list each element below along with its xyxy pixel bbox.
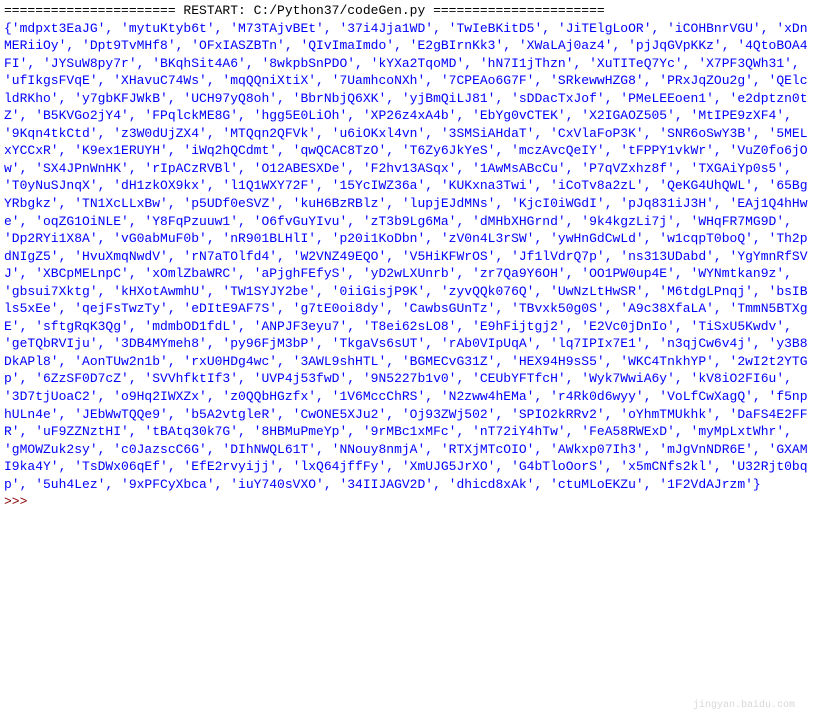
restart-prefix: ====================== RESTART: bbox=[4, 3, 254, 18]
restart-banner: ====================== RESTART: C:/Pytho… bbox=[4, 2, 811, 20]
restart-path: C:/Python37/codeGen.py bbox=[254, 3, 426, 18]
restart-suffix: ====================== bbox=[425, 3, 604, 18]
prompt[interactable]: >>> bbox=[4, 493, 811, 511]
watermark-line1 bbox=[783, 694, 795, 698]
watermark-line2: jingyan.baidu.com bbox=[693, 699, 795, 713]
set-output: {'mdpxt3EaJG', 'mytuKtyb6t', 'M73TAjvBEt… bbox=[4, 20, 811, 494]
